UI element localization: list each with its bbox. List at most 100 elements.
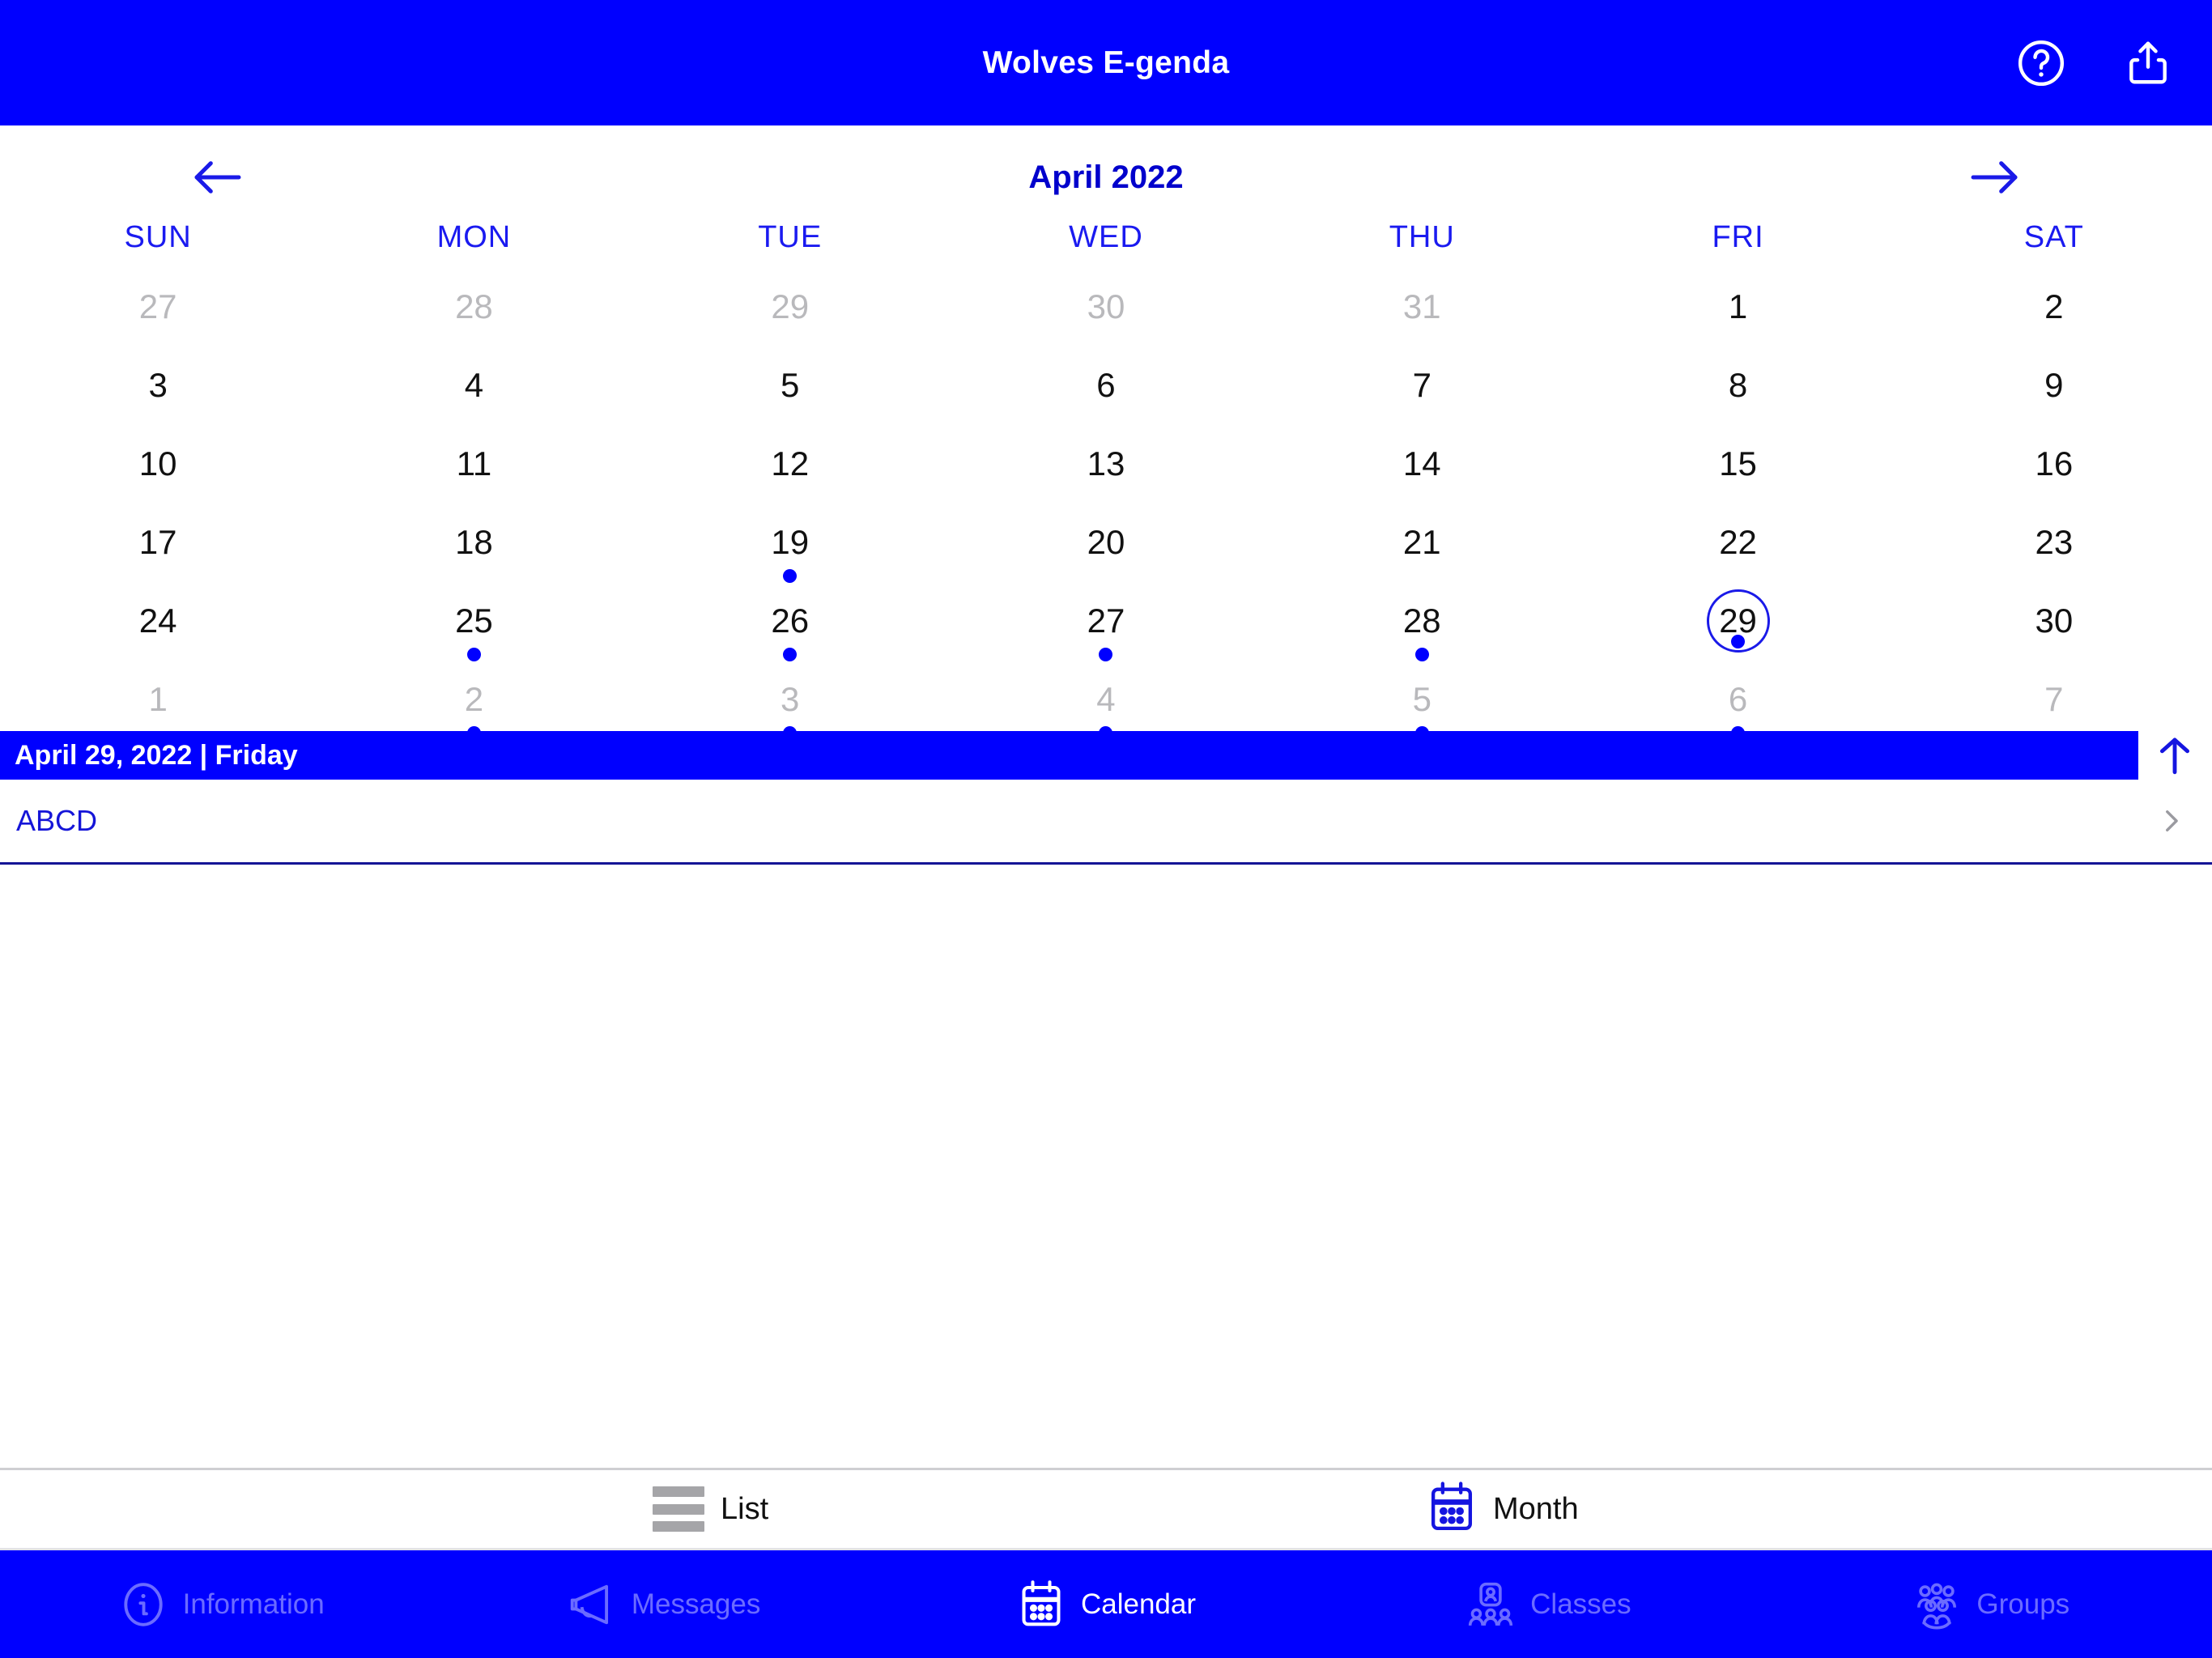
calendar-day[interactable]: 5 [1264, 661, 1580, 740]
day-number: 27 [138, 287, 177, 325]
view-switch: List Month [0, 1468, 2212, 1548]
calendar-day[interactable]: 19 [632, 504, 948, 583]
page-title: Wolves E-genda [982, 45, 1230, 80]
day-number: 14 [1402, 444, 1441, 483]
day-number: 1 [148, 680, 168, 718]
calendar-day[interactable]: 22 [1580, 504, 1895, 583]
calendar-day[interactable]: 3 [0, 347, 316, 426]
tab-messages-label: Messages [631, 1588, 761, 1620]
calendar-day[interactable]: 28 [1264, 583, 1580, 661]
event-dot [783, 648, 798, 661]
calendar-day-selected[interactable]: 29 [1580, 583, 1895, 661]
calendar-day[interactable]: 24 [0, 583, 316, 661]
share-icon[interactable] [2123, 38, 2173, 88]
megaphone-icon [567, 1579, 617, 1630]
calendar-icon [1016, 1579, 1066, 1630]
help-circle-icon[interactable] [2016, 38, 2066, 88]
calendar-day[interactable]: 13 [948, 426, 1264, 504]
arrow-right-icon[interactable] [1946, 142, 2044, 213]
arrow-left-icon[interactable] [168, 142, 266, 213]
classes-icon [1465, 1579, 1516, 1630]
app-header: Wolves E-genda [0, 0, 2212, 125]
tab-classes[interactable]: Classes [1327, 1550, 1769, 1658]
day-number: 1 [1728, 287, 1748, 325]
calendar-day[interactable]: 18 [316, 504, 632, 583]
calendar-day[interactable]: 15 [1580, 426, 1895, 504]
calendar-day[interactable]: 4 [948, 661, 1264, 740]
tab-calendar[interactable]: Calendar [885, 1550, 1327, 1658]
tab-groups[interactable]: Groups [1770, 1550, 2212, 1658]
calendar-day[interactable]: 29 [632, 269, 948, 347]
calendar-day[interactable]: 28 [316, 269, 632, 347]
event-row[interactable]: ABCD [0, 780, 2212, 865]
selected-day-bar: April 29, 2022 | Friday [0, 731, 2138, 780]
day-number: 11 [456, 444, 492, 483]
calendar-day[interactable]: 6 [948, 347, 1264, 426]
day-number: 18 [455, 523, 493, 561]
month-navigation: April 2022 [0, 142, 2212, 213]
calendar-day[interactable]: 27 [948, 583, 1264, 661]
calendar-day[interactable]: 11 [316, 426, 632, 504]
calendar-day[interactable]: 5 [632, 347, 948, 426]
event-dot [1414, 648, 1429, 661]
calendar-day[interactable]: 21 [1264, 504, 1580, 583]
day-number: 23 [2035, 523, 2074, 561]
calendar-day[interactable]: 27 [0, 269, 316, 347]
day-number: 4 [1096, 680, 1116, 718]
selected-day-bar-wrap: April 29, 2022 | Friday [0, 731, 2212, 780]
calendar-day[interactable]: 10 [0, 426, 316, 504]
calendar-day[interactable]: 4 [316, 347, 632, 426]
tab-list[interactable]: List [653, 1470, 768, 1548]
tab-information[interactable]: Information [0, 1550, 442, 1658]
day-number: 25 [455, 602, 493, 640]
calendar-day[interactable]: 26 [632, 583, 948, 661]
event-dot [1099, 648, 1113, 661]
day-number: 24 [138, 602, 177, 640]
day-number: 29 [771, 287, 810, 325]
calendar-day[interactable]: 16 [1896, 426, 2212, 504]
calendar-day[interactable]: 2 [316, 661, 632, 740]
calendar-day[interactable]: 2 [1896, 269, 2212, 347]
day-number: 26 [771, 602, 810, 640]
tab-information-label: Information [182, 1588, 325, 1620]
tab-month[interactable]: Month [1427, 1470, 1579, 1548]
calendar-day[interactable]: 14 [1264, 426, 1580, 504]
day-number: 3 [781, 680, 800, 718]
weekday-wed: WED [1069, 219, 1143, 254]
calendar-day[interactable]: 9 [1896, 347, 2212, 426]
day-number: 12 [771, 444, 810, 483]
day-number: 9 [2044, 366, 2064, 404]
weekday-mon: MON [436, 219, 512, 254]
calendar-day[interactable]: 1 [0, 661, 316, 740]
day-number: 2 [464, 680, 484, 718]
event-title: ABCD [16, 804, 98, 837]
calendar-day[interactable]: 30 [948, 269, 1264, 347]
event-dot [783, 569, 798, 583]
calendar-day[interactable]: 17 [0, 504, 316, 583]
event-dot [1731, 635, 1746, 648]
calendar-day[interactable]: 31 [1264, 269, 1580, 347]
day-number: 7 [1412, 366, 1431, 404]
day-number: 8 [1728, 366, 1748, 404]
calendar-day[interactable]: 3 [632, 661, 948, 740]
calendar-day[interactable]: 20 [948, 504, 1264, 583]
day-number: 4 [464, 366, 484, 404]
day-number: 21 [1402, 523, 1441, 561]
calendar-day[interactable]: 12 [632, 426, 948, 504]
list-icon [653, 1486, 704, 1532]
info-circle-icon [118, 1579, 168, 1630]
calendar-day[interactable]: 25 [316, 583, 632, 661]
tab-messages[interactable]: Messages [442, 1550, 884, 1658]
day-number: 19 [771, 523, 810, 561]
calendar-day[interactable]: 1 [1580, 269, 1895, 347]
calendar-icon [1427, 1481, 1477, 1538]
calendar-day[interactable]: 6 [1580, 661, 1895, 740]
calendar-day[interactable]: 23 [1896, 504, 2212, 583]
arrow-up-icon[interactable] [2150, 729, 2200, 782]
calendar-day[interactable]: 7 [1264, 347, 1580, 426]
calendar-day[interactable]: 30 [1896, 583, 2212, 661]
tab-calendar-label: Calendar [1080, 1588, 1197, 1620]
day-number: 15 [1719, 444, 1757, 483]
calendar-day[interactable]: 8 [1580, 347, 1895, 426]
weekday-thu: THU [1389, 219, 1455, 254]
